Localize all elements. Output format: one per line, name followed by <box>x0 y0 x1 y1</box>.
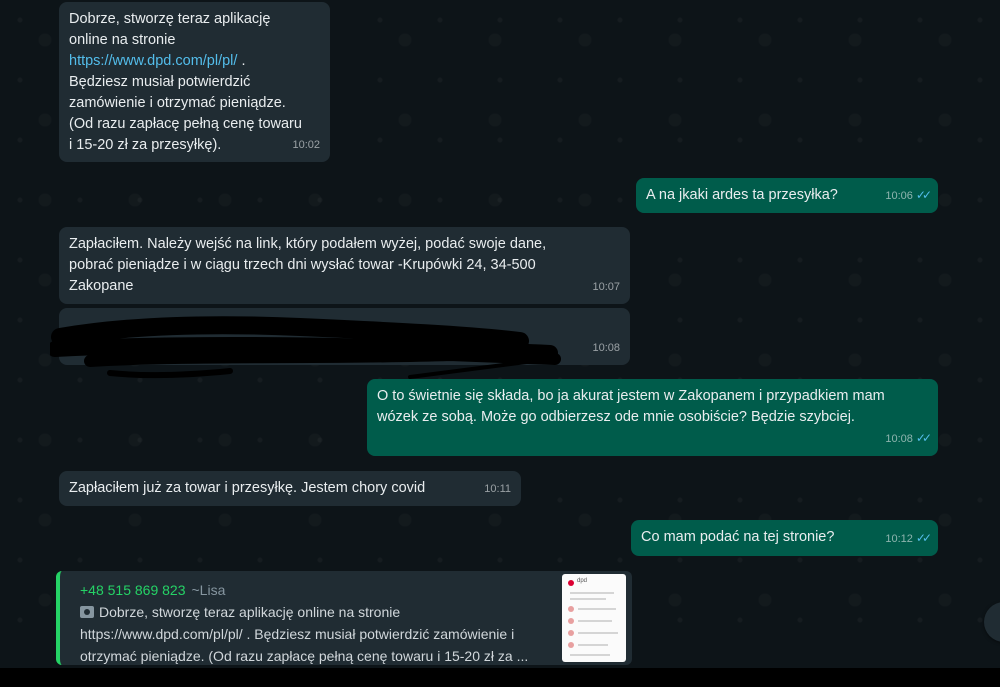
message-bubble-incoming[interactable]: Zapłaciłem już za towar i przesyłkę. Jes… <box>59 471 521 506</box>
double-check-icon: ✓✓ <box>915 431 932 445</box>
message-time: 10:08 <box>885 433 913 445</box>
bottom-edge <box>0 668 1000 687</box>
message-bubble-outgoing[interactable]: Co mam podać na tej stronie? 10:12 ✓✓ <box>631 520 938 556</box>
thumbnail-brand: dpd <box>577 578 588 584</box>
camera-icon <box>80 606 94 618</box>
double-check-icon: ✓✓ <box>915 531 932 545</box>
message-time: 10:08 <box>592 342 620 354</box>
quote-line: otrzymać pieniądze. (Od razu zapłacę peł… <box>80 648 529 664</box>
message-meta: 10:12 ✓✓ <box>885 528 932 550</box>
message-meta: 10:08 ✓✓ <box>885 428 932 450</box>
message-bubble-outgoing[interactable]: A na jkaki ardes ta przesyłka? 10:06 ✓✓ <box>636 178 938 213</box>
quote-sender-number: +48 515 869 823 <box>80 582 186 598</box>
message-bubble-incoming[interactable]: Zapłaciłem. Należy wejść na link, który … <box>59 227 630 304</box>
message-link[interactable]: https://www.dpd.com/pl/pl/ <box>69 53 237 69</box>
message-text: Dobrze, stworzę teraz aplikację online n… <box>69 11 271 48</box>
quote-line-text: Dobrze, stworzę teraz aplikację online n… <box>99 604 401 620</box>
message-meta: 10:06 ✓✓ <box>885 185 932 207</box>
message-time: 10:02 <box>292 139 320 151</box>
message-time: 10:11 <box>484 483 511 495</box>
quote-line: Dobrze, stworzę teraz aplikację online n… <box>80 601 622 623</box>
quote-header: +48 515 869 823 ~Lisa <box>80 579 622 601</box>
document-thumbnail-icon[interactable]: dpd <box>562 574 626 662</box>
message-text: O to świetnie się składa, bo ja akurat j… <box>377 388 885 425</box>
double-check-icon: ✓✓ <box>915 188 932 202</box>
quoted-message[interactable]: +48 515 869 823 ~Lisa Dobrze, stworzę ter… <box>56 571 632 665</box>
message-text: Zapłaciłem już za towar i przesyłkę. Jes… <box>69 480 426 496</box>
message-bubble-incoming[interactable]: Dobrze, stworzę teraz aplikację online n… <box>59 2 330 162</box>
quote-sender-name: ~Lisa <box>191 582 226 598</box>
message-time: 10:06 <box>885 190 913 202</box>
message-time: 10:07 <box>592 281 620 293</box>
message-text: Zapłaciłem. Należy wejść na link, który … <box>69 236 547 294</box>
message-time: 10:12 <box>885 533 913 545</box>
redaction-scribble <box>50 316 561 379</box>
dpd-logo-icon <box>568 580 574 586</box>
message-bubble-outgoing[interactable]: O to świetnie się składa, bo ja akurat j… <box>367 379 938 456</box>
quote-line: https://www.dpd.com/pl/pl/ . Będziesz mu… <box>80 626 515 642</box>
